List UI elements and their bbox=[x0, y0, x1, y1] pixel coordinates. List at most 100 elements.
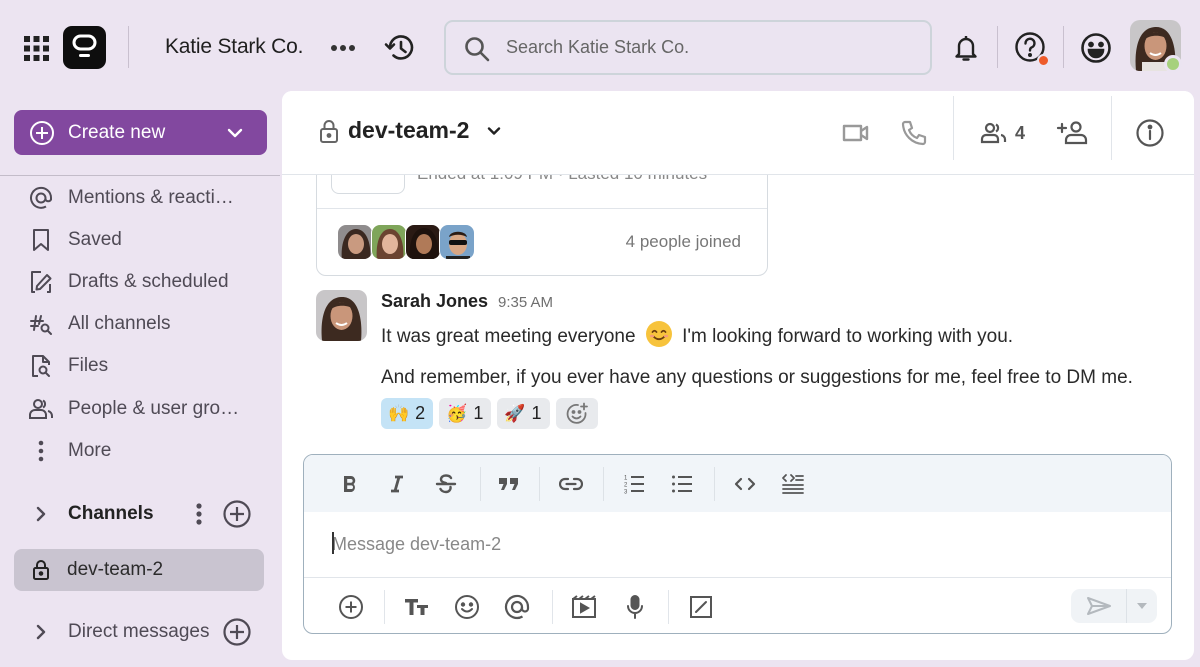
lock-icon bbox=[33, 560, 49, 580]
author-avatar[interactable] bbox=[316, 290, 367, 341]
video-clip-icon bbox=[572, 595, 596, 618]
members-button[interactable]: 4 bbox=[979, 117, 1025, 149]
create-new-button[interactable]: Create new bbox=[14, 110, 267, 155]
file-search-icon bbox=[28, 353, 54, 379]
bell-icon[interactable] bbox=[952, 33, 980, 63]
audio-call-button[interactable] bbox=[900, 117, 928, 149]
add-person-icon bbox=[1056, 121, 1088, 145]
reaction-raised-hands[interactable]: 🙌 2 bbox=[381, 398, 434, 429]
italic-button[interactable] bbox=[383, 470, 411, 498]
divider bbox=[953, 96, 954, 160]
top-bar: Katie Stark Co. bbox=[0, 0, 1200, 92]
svg-text:2: 2 bbox=[624, 483, 628, 489]
attach-button[interactable] bbox=[336, 592, 366, 622]
send-button[interactable] bbox=[1071, 589, 1127, 623]
people-icon bbox=[980, 122, 1007, 144]
joined-count: 4 people joined bbox=[625, 232, 741, 251]
audio-clip-button[interactable] bbox=[620, 592, 650, 622]
divider bbox=[480, 467, 481, 501]
slash-command-button[interactable] bbox=[686, 592, 716, 622]
channel-info-button[interactable] bbox=[1135, 117, 1165, 149]
send-options-button[interactable] bbox=[1127, 589, 1157, 623]
code-block-button[interactable] bbox=[779, 470, 807, 498]
text-cursor bbox=[332, 532, 334, 554]
channels-section-header[interactable]: Channels bbox=[28, 498, 268, 530]
search-bar[interactable] bbox=[444, 20, 932, 75]
call-participants[interactable] bbox=[337, 224, 475, 260]
add-channel-icon[interactable] bbox=[222, 499, 252, 529]
search-input[interactable] bbox=[506, 22, 906, 73]
emoji-status-icon[interactable] bbox=[1079, 31, 1113, 65]
add-reaction-button[interactable] bbox=[555, 398, 598, 429]
sidebar-item-label: Files bbox=[68, 355, 109, 376]
chevron-right-icon[interactable] bbox=[28, 501, 54, 527]
plus-circle-icon bbox=[30, 120, 54, 145]
more-icon[interactable] bbox=[330, 37, 356, 59]
numbered-list-button[interactable]: 123 bbox=[620, 470, 648, 498]
add-direct-message-icon[interactable] bbox=[222, 617, 252, 647]
mention-button[interactable] bbox=[502, 592, 532, 622]
emoji-icon bbox=[455, 595, 479, 619]
help-button[interactable] bbox=[1014, 31, 1050, 67]
reactions-bar: 🙌 2 🥳 1 🚀 1 bbox=[381, 398, 598, 429]
history-icon[interactable] bbox=[384, 33, 416, 63]
divider bbox=[1111, 96, 1112, 160]
sidebar-item-drafts[interactable]: Drafts & scheduled bbox=[28, 267, 268, 297]
text-format-button[interactable] bbox=[402, 592, 432, 622]
search-icon bbox=[464, 36, 490, 62]
numbered-list-icon: 123 bbox=[624, 476, 644, 495]
chevron-right-icon[interactable] bbox=[28, 619, 54, 645]
channel-title-button[interactable]: dev-team-2 bbox=[318, 117, 503, 144]
caret-down-icon bbox=[1137, 603, 1147, 609]
strikethrough-button[interactable] bbox=[432, 470, 460, 498]
sidebar-divider bbox=[0, 175, 280, 176]
channels-title: Channels bbox=[68, 503, 154, 524]
sidebar-item-files[interactable]: Files bbox=[28, 351, 268, 381]
message-author[interactable]: Sarah Jones bbox=[381, 291, 488, 312]
chevron-down-icon[interactable] bbox=[225, 123, 245, 143]
message-text-line-1: It was great meeting everyone I'm lookin… bbox=[381, 320, 1013, 348]
bulleted-list-button[interactable] bbox=[668, 470, 696, 498]
svg-text:3: 3 bbox=[624, 490, 628, 495]
presence-indicator bbox=[1164, 55, 1182, 73]
divider bbox=[1063, 26, 1064, 68]
quote-button[interactable] bbox=[495, 470, 523, 498]
channel-name: dev-team-2 bbox=[348, 117, 470, 143]
message-text: It was great meeting everyone bbox=[381, 326, 636, 347]
sidebar-item-all-channels[interactable]: All channels bbox=[28, 309, 268, 339]
reaction-partying-face[interactable]: 🥳 1 bbox=[439, 398, 492, 429]
workspace-name[interactable]: Katie Stark Co. bbox=[165, 35, 303, 59]
divider bbox=[539, 467, 540, 501]
divider bbox=[552, 590, 553, 624]
send-button-group bbox=[1071, 589, 1157, 623]
app-logo[interactable] bbox=[63, 26, 106, 69]
slash-command-icon bbox=[690, 596, 712, 618]
emoji-button[interactable] bbox=[452, 592, 482, 622]
microphone-icon bbox=[627, 595, 643, 619]
video-call-button[interactable] bbox=[842, 117, 870, 149]
code-button[interactable] bbox=[731, 470, 759, 498]
sidebar-item-more[interactable]: More bbox=[28, 436, 268, 466]
sidebar-item-saved[interactable]: Saved bbox=[28, 225, 268, 255]
add-member-button[interactable] bbox=[1056, 117, 1090, 149]
sidebar-item-people[interactable]: People & user gro… bbox=[28, 394, 268, 424]
channels-options-icon[interactable] bbox=[188, 501, 210, 527]
bold-button[interactable] bbox=[336, 470, 364, 498]
link-button[interactable] bbox=[557, 470, 585, 498]
sidebar-item-mentions[interactable]: Mentions & reacti… bbox=[28, 183, 268, 213]
divider bbox=[384, 590, 385, 624]
apps-grid-icon[interactable] bbox=[24, 36, 49, 61]
reaction-rocket[interactable]: 🚀 1 bbox=[497, 398, 550, 429]
video-clip-button[interactable] bbox=[569, 592, 599, 622]
raised-hands-emoji: 🙌 bbox=[388, 403, 410, 423]
at-icon bbox=[28, 185, 54, 211]
message-timestamp[interactable]: 9:35 AM bbox=[498, 294, 553, 311]
direct-messages-section-header[interactable]: Direct messages bbox=[28, 616, 268, 648]
code-icon bbox=[734, 477, 756, 491]
sidebar-item-label: More bbox=[68, 440, 112, 461]
sidebar-item-label: All channels bbox=[68, 313, 171, 334]
video-camera-icon bbox=[842, 124, 869, 142]
message-input[interactable] bbox=[332, 512, 1152, 576]
kebab-icon bbox=[28, 438, 54, 464]
sidebar-channel-dev-team-2[interactable]: dev-team-2 bbox=[14, 549, 264, 591]
